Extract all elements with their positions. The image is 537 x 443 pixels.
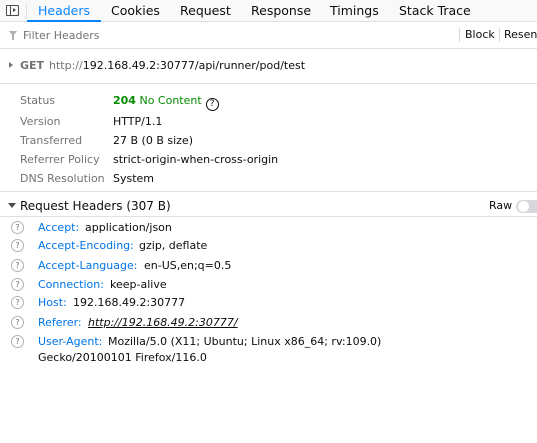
header-value: 192.168.49.2:30777 [73, 296, 186, 309]
transferred-value: 27 B (0 B size) [113, 134, 193, 147]
request-url-scheme: http:// [49, 59, 83, 72]
request-url-path: 192.168.49.2:30777/api/runner/pod/test [82, 59, 306, 72]
request-headers-section-header[interactable]: Request Headers (307 B) Raw [0, 195, 537, 217]
tab-timings[interactable]: Timings [330, 0, 379, 21]
header-name: Accept: [38, 221, 80, 234]
summary-dns-resolution: DNS Resolution System [0, 170, 537, 188]
request-method: GET [20, 59, 45, 72]
help-icon[interactable]: ? [11, 316, 24, 329]
filter-icon [9, 31, 17, 40]
header-name: Host: [38, 296, 67, 309]
status-help-icon[interactable]: ? [205, 98, 219, 111]
status-code: 204 [113, 94, 136, 107]
header-value: en-US,en;q=0.5 [144, 259, 232, 272]
help-icon[interactable]: ? [11, 335, 24, 348]
header-name: Referer: [38, 316, 82, 329]
tab-response[interactable]: Response [251, 0, 311, 21]
version-value: HTTP/1.1 [113, 115, 163, 128]
help-icon[interactable]: ? [11, 221, 24, 234]
tab-cookies[interactable]: Cookies [111, 0, 160, 21]
dns-resolution-value: System [113, 172, 155, 185]
raw-toggle[interactable] [516, 200, 537, 213]
tab-request[interactable]: Request [180, 0, 231, 21]
header-value: keep-alive [110, 278, 167, 291]
collapse-arrow-icon[interactable] [8, 203, 16, 208]
block-button[interactable]: Block [465, 28, 495, 42]
filter-headers-input[interactable] [23, 27, 323, 43]
expand-arrow-icon[interactable] [9, 62, 13, 68]
help-icon[interactable]: ? [11, 239, 24, 252]
help-icon[interactable]: ? [11, 278, 24, 291]
toolbar-separator [499, 28, 500, 42]
header-name: Accept-Language: [38, 259, 138, 272]
toolbar-separator [459, 28, 460, 42]
tab-stack-trace[interactable]: Stack Trace [399, 0, 471, 21]
request-url: http://192.168.49.2:30777/api/runner/pod… [49, 59, 305, 72]
toggle-sidebar-icon[interactable] [6, 5, 19, 16]
header-name: Connection: [38, 278, 104, 291]
summary-version: Version HTTP/1.1 [0, 113, 537, 131]
divider [0, 83, 537, 84]
referrer-policy-value: strict-origin-when-cross-origin [113, 153, 279, 166]
help-icon[interactable]: ? [11, 259, 24, 272]
summary-transferred: Transferred 27 B (0 B size) [0, 132, 537, 150]
version-label: Version [20, 115, 61, 128]
header-value-link[interactable]: http://192.168.49.2:30777/ [88, 316, 238, 329]
tab-bar: Headers Cookies Request Response Timings… [0, 0, 537, 22]
help-icon[interactable]: ? [11, 296, 24, 309]
header-value: Mozilla/5.0 (X11; Ubuntu; Linux x86_64; … [38, 335, 382, 364]
request-url-row[interactable]: GET http://192.168.49.2:30777/api/runner… [0, 57, 537, 75]
referrer-policy-label: Referrer Policy [20, 153, 100, 166]
filter-bar: Block Resen [0, 22, 537, 49]
summary-referrer-policy: Referrer Policy strict-origin-when-cross… [0, 151, 537, 169]
summary-status: Status 204 No Content? [0, 92, 537, 111]
raw-label: Raw [489, 199, 513, 212]
header-name: Accept-Encoding: [38, 239, 134, 252]
status-label: Status [20, 94, 56, 107]
status-value: 204 No Content? [113, 94, 219, 111]
request-headers-title: Request Headers (307 B) [20, 199, 171, 213]
divider [0, 191, 537, 192]
dns-resolution-label: DNS Resolution [20, 172, 105, 185]
resend-button[interactable]: Resen [504, 28, 537, 42]
status-text: No Content [139, 94, 202, 107]
header-value: gzip, deflate [139, 239, 208, 252]
header-value: application/json [85, 221, 172, 234]
tab-headers[interactable]: Headers [26, 0, 102, 22]
tab-separator [26, 3, 27, 19]
transferred-label: Transferred [20, 134, 83, 147]
